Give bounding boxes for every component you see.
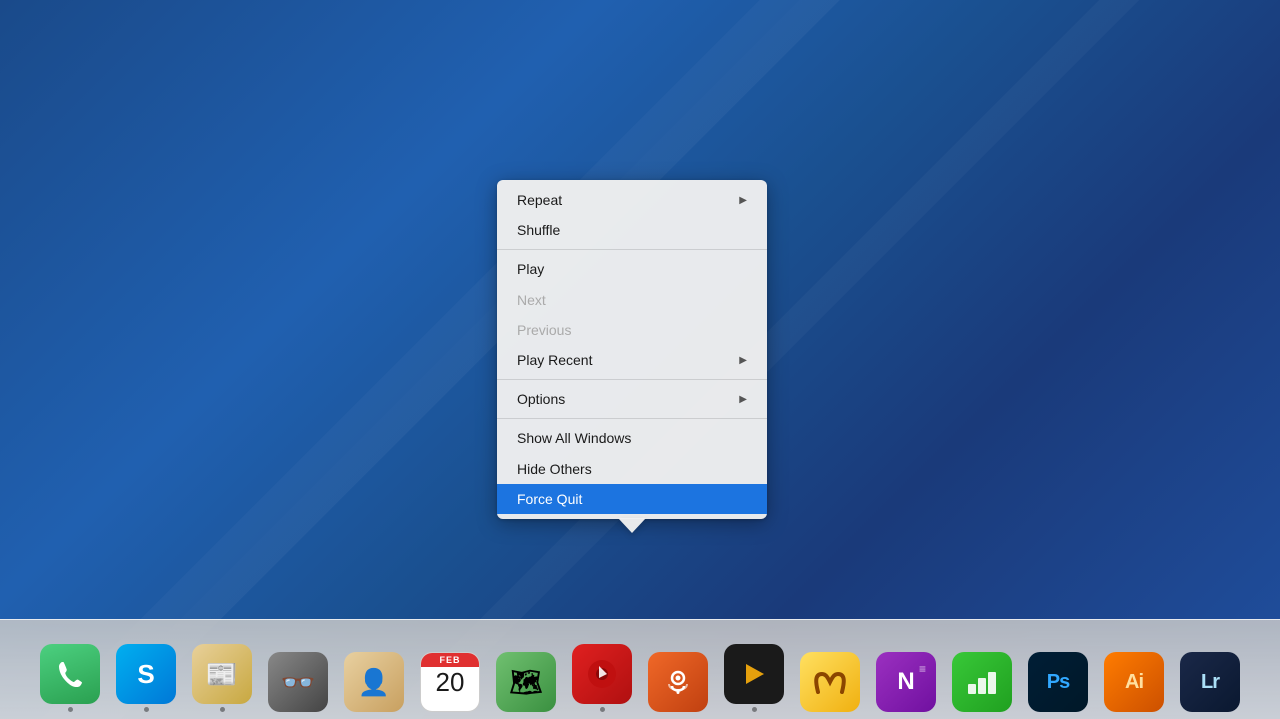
dock-dot-skype (144, 707, 149, 712)
menu-item-play[interactable]: Play (497, 254, 767, 284)
dock-icon-references: 👓 (268, 652, 328, 712)
menu-item-options-label: Options (517, 390, 565, 408)
dock-icon-phone (40, 644, 100, 704)
menu-item-repeat[interactable]: Repeat ▶ (497, 185, 767, 215)
dock-item-horns[interactable] (794, 627, 866, 712)
dock-dot-phone (68, 707, 73, 712)
dock-icon-lightroom: Lr (1180, 652, 1240, 712)
dock-item-lightroom[interactable]: Lr (1174, 627, 1246, 712)
dock-item-skype[interactable]: S (110, 627, 182, 712)
dock-item-illustrator[interactable]: Ai (1098, 627, 1170, 712)
separator-3 (497, 418, 767, 419)
menu-item-play-recent[interactable]: Play Recent ▶ (497, 345, 767, 375)
menu-item-shuffle[interactable]: Shuffle (497, 215, 767, 245)
menu-item-repeat-label: Repeat (517, 191, 562, 209)
dock-icon-music (572, 644, 632, 704)
dock-icon-podcasts (648, 652, 708, 712)
dock-item-onenote[interactable]: N ≡ (870, 627, 942, 712)
separator-1 (497, 249, 767, 250)
dock-item-music[interactable] (566, 627, 638, 712)
dock: S 📰 👓 👤 FEB 20 (0, 619, 1280, 719)
menu-item-previous: Previous (497, 315, 767, 345)
dock-item-podcasts[interactable] (642, 627, 714, 712)
dock-dot-readkit (220, 707, 225, 712)
menu-item-force-quit-label: Force Quit (517, 490, 582, 508)
dock-icon-readkit: 📰 (192, 644, 252, 704)
dock-item-readkit[interactable]: 📰 (186, 627, 258, 712)
menu-item-options[interactable]: Options ▶ (497, 384, 767, 414)
context-menu: Repeat ▶ Shuffle Play Next Previous Play… (497, 180, 767, 519)
dock-icon-numbers (952, 652, 1012, 712)
dock-item-numbers[interactable] (946, 627, 1018, 712)
dock-icon-photoshop: Ps (1028, 652, 1088, 712)
dock-icon-onenote: N ≡ (876, 652, 936, 712)
menu-item-previous-label: Previous (517, 321, 571, 339)
menu-item-hide-others[interactable]: Hide Others (497, 454, 767, 484)
menu-item-next: Next (497, 285, 767, 315)
menu-item-play-label: Play (517, 260, 544, 278)
dock-item-contacts[interactable]: 👤 (338, 627, 410, 712)
desktop: Repeat ▶ Shuffle Play Next Previous Play… (0, 0, 1280, 719)
menu-item-next-label: Next (517, 291, 546, 309)
menu-item-hide-others-label: Hide Others (517, 460, 592, 478)
dock-icon-maps: 🗺 (496, 652, 556, 712)
dock-item-photoshop[interactable]: Ps (1022, 627, 1094, 712)
dock-icon-illustrator: Ai (1104, 652, 1164, 712)
menu-item-show-all-windows[interactable]: Show All Windows (497, 423, 767, 453)
dock-icon-plex (724, 644, 784, 704)
menu-item-shuffle-label: Shuffle (517, 221, 560, 239)
submenu-arrow-repeat: ▶ (739, 194, 747, 207)
submenu-arrow-options: ▶ (739, 393, 747, 406)
dock-icon-horns (800, 652, 860, 712)
dock-item-plex[interactable] (718, 627, 790, 712)
dock-icon-contacts: 👤 (344, 652, 404, 712)
menu-item-force-quit[interactable]: Force Quit (497, 484, 767, 514)
dock-item-maps[interactable]: 🗺 (490, 627, 562, 712)
dock-item-references[interactable]: 👓 (262, 627, 334, 712)
dock-item-calendar[interactable]: FEB 20 (414, 627, 486, 712)
dock-dot-music (600, 707, 605, 712)
separator-2 (497, 379, 767, 380)
submenu-arrow-play-recent: ▶ (739, 354, 747, 367)
menu-item-play-recent-label: Play Recent (517, 351, 592, 369)
dock-item-phone[interactable] (34, 627, 106, 712)
dock-icon-skype: S (116, 644, 176, 704)
dock-dot-plex (752, 707, 757, 712)
menu-item-show-all-windows-label: Show All Windows (517, 429, 631, 447)
dock-icon-calendar: FEB 20 (420, 652, 480, 712)
